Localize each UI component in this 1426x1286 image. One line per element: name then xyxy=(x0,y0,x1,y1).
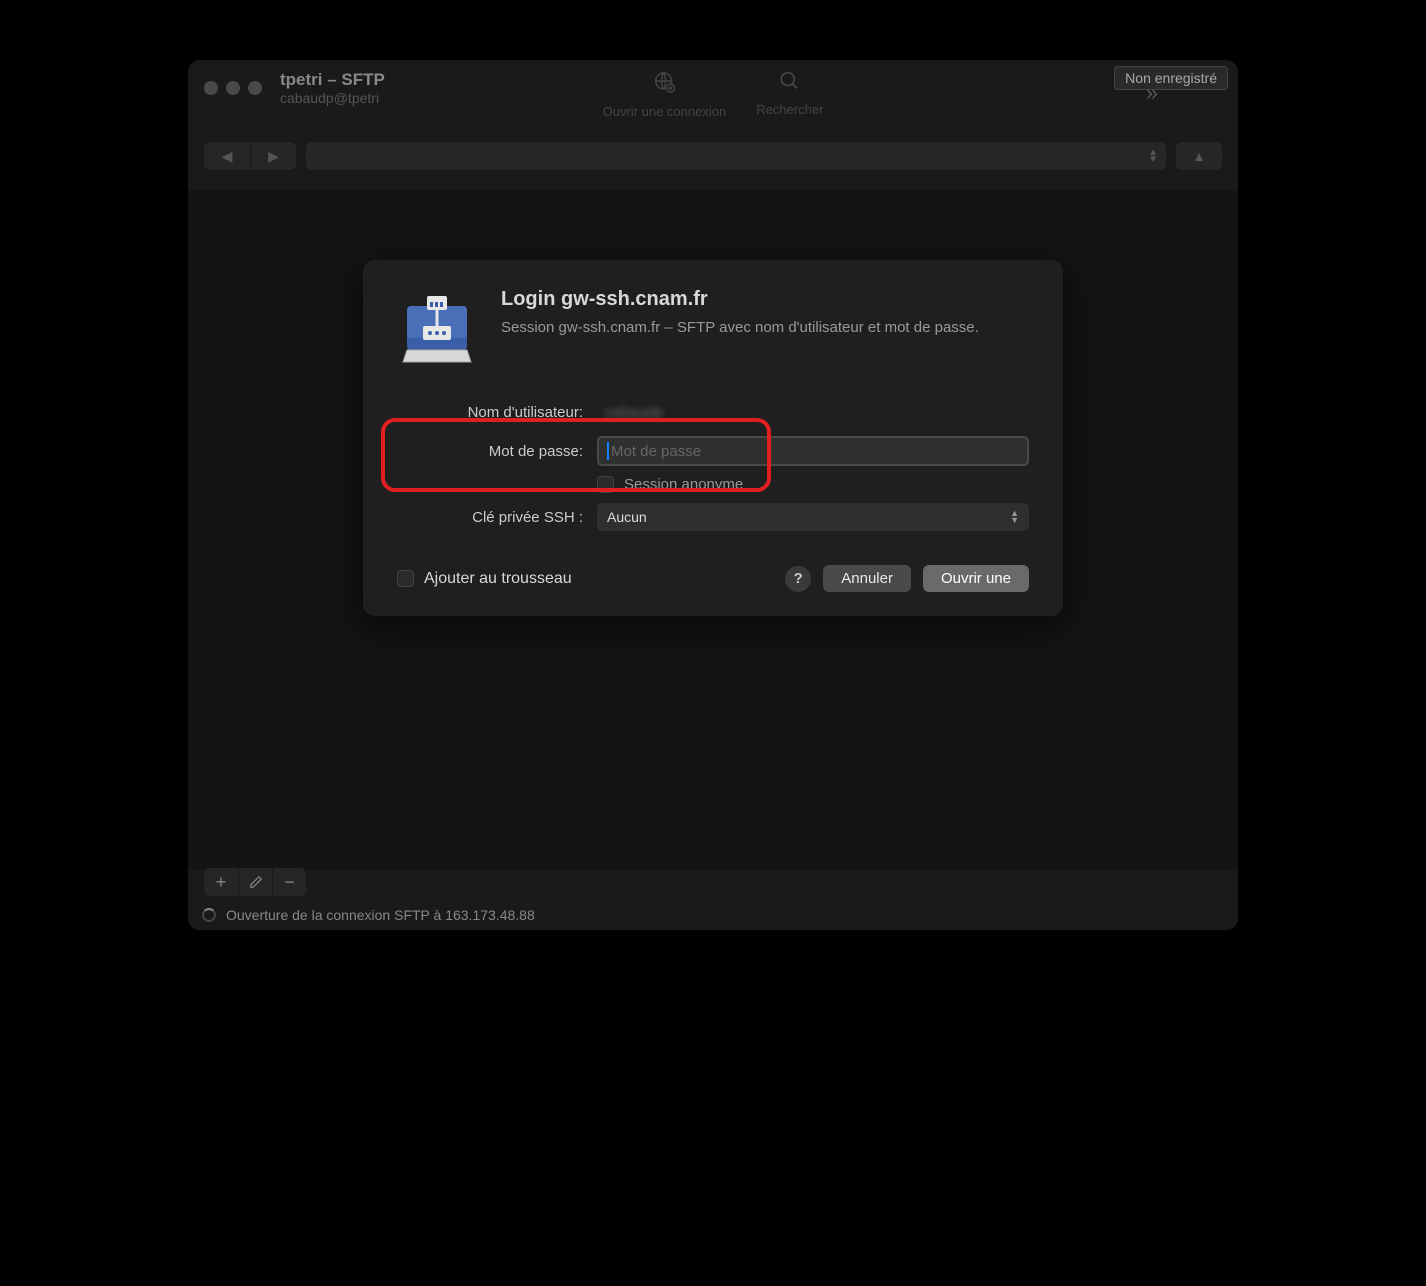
titlebar: tpetri – SFTP cabaudp@tpetri Ouvrir une … xyxy=(188,60,1238,114)
bottom-toolbar: + − xyxy=(204,868,306,896)
app-window: Non enregistré tpetri – SFTP cabaudp@tpe… xyxy=(188,60,1238,930)
anonymous-label: Session anonyme xyxy=(624,476,743,493)
minimize-window-button[interactable] xyxy=(226,81,240,95)
cancel-button[interactable]: Annuler xyxy=(823,565,911,592)
keychain-checkbox[interactable] xyxy=(397,570,414,587)
network-disk-icon xyxy=(397,288,477,368)
username-input[interactable]: cabaudp xyxy=(597,398,1029,426)
dialog-title: Login gw-ssh.cnam.fr xyxy=(501,288,979,311)
nav-row: ◀ ▶ ▲▼ ▲ xyxy=(188,130,1238,182)
remove-button[interactable]: − xyxy=(272,868,306,896)
dialog-description: Session gw-ssh.cnam.fr – SFTP avec nom d… xyxy=(501,317,979,338)
open-button[interactable]: Ouvrir une xyxy=(923,565,1029,592)
globe-plus-icon xyxy=(652,70,676,100)
status-message: Ouverture de la connexion SFTP à 163.173… xyxy=(226,907,535,923)
search-button[interactable]: Rechercher xyxy=(756,70,823,119)
spinner-icon xyxy=(202,908,216,922)
login-dialog: Login gw-ssh.cnam.fr Session gw-ssh.cnam… xyxy=(363,260,1063,616)
up-directory-button[interactable]: ▲ xyxy=(1176,142,1222,170)
path-bar[interactable]: ▲▼ xyxy=(306,142,1166,170)
traffic-lights xyxy=(204,81,262,95)
password-input[interactable]: Mot de passe xyxy=(597,436,1029,466)
window-title: tpetri – SFTP xyxy=(280,70,385,90)
password-label: Mot de passe: xyxy=(397,443,597,460)
ssh-key-label: Clé privée SSH : xyxy=(397,509,597,526)
window-subtitle: cabaudp@tpetri xyxy=(280,90,385,106)
path-dropdown-icon: ▲▼ xyxy=(1148,149,1158,163)
back-button[interactable]: ◀ xyxy=(204,142,250,170)
add-button[interactable]: + xyxy=(204,868,238,896)
status-bar: Ouverture de la connexion SFTP à 163.173… xyxy=(188,900,1238,930)
forward-button[interactable]: ▶ xyxy=(250,142,296,170)
open-connection-button[interactable]: Ouvrir une connexion xyxy=(603,70,727,119)
overflow-icon[interactable]: » xyxy=(1146,80,1158,106)
anonymous-checkbox[interactable] xyxy=(597,476,614,493)
search-icon xyxy=(779,70,801,98)
keychain-label: Ajouter au trousseau xyxy=(424,570,572,588)
maximize-window-button[interactable] xyxy=(248,81,262,95)
ssh-key-select[interactable]: Aucun ▲▼ xyxy=(597,503,1029,531)
help-button[interactable]: ? xyxy=(785,566,811,592)
edit-button[interactable] xyxy=(238,868,272,896)
select-arrows-icon: ▲▼ xyxy=(1010,510,1019,524)
username-label: Nom d'utilisateur: xyxy=(397,404,597,421)
close-window-button[interactable] xyxy=(204,81,218,95)
